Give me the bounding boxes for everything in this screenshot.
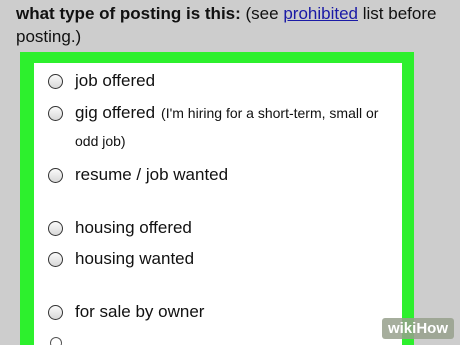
posting-type-question: what type of posting is this: [16, 4, 241, 23]
prohibited-link[interactable]: prohibited [283, 4, 358, 23]
watermark-wiki: wiki [387, 320, 417, 337]
option-label: housing wanted [75, 249, 195, 268]
option-label: job offered [75, 71, 156, 90]
radio-housing-offered[interactable] [48, 220, 63, 236]
option-label: resume / job wanted [75, 165, 229, 184]
radio-for-sale-by-owner[interactable] [48, 304, 63, 320]
option-resume-job-wanted[interactable]: resume / job wanted [48, 165, 228, 185]
radio-housing-wanted[interactable] [48, 251, 63, 267]
option-label: housing offered [75, 218, 192, 237]
radio-gig-offered[interactable] [48, 105, 63, 121]
option-gig-offered[interactable]: gig offered (I'm hiring for a short-term… [48, 103, 378, 123]
see-text: (see [245, 4, 279, 23]
posting-type-options: job offered gig offered (I'm hiring for … [34, 63, 402, 345]
option-label: for sale by owner [75, 302, 205, 321]
wikihow-watermark: wikiHow [381, 318, 454, 339]
option-note: (I'm hiring for a short-term, small or [161, 105, 379, 121]
option-job-offered[interactable]: job offered [48, 71, 155, 91]
posting-type-heading: what type of posting is this: (see prohi… [16, 2, 446, 48]
option-for-sale-by-owner[interactable]: for sale by owner [48, 302, 204, 322]
option-label: gig offered [75, 103, 156, 122]
radio-resume-job-wanted[interactable] [48, 167, 63, 183]
watermark-how: How [416, 320, 448, 337]
option-housing-offered[interactable]: housing offered [48, 218, 192, 238]
radio-job-offered[interactable] [48, 73, 63, 89]
option-housing-wanted[interactable]: housing wanted [48, 249, 194, 269]
option-note-continued: odd job) [75, 133, 126, 149]
radio-next-option-partial [50, 337, 62, 345]
